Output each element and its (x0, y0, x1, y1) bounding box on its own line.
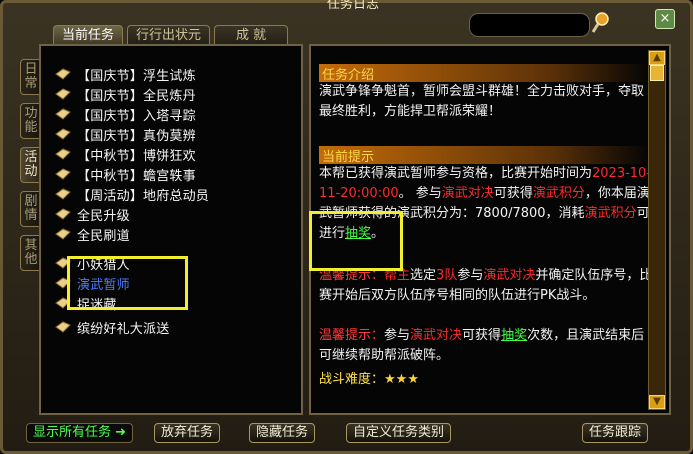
list-item[interactable]: 【中秋节】蟾宫轶事 (55, 164, 196, 184)
link-duel-3[interactable]: 演武对决 (410, 328, 462, 343)
warm-tip-1: 温馨提示：帮主选定3队参与演武对决并确定队伍序号，比赛开始后双方队伍序号相同的队… (319, 268, 653, 303)
link-points[interactable]: 演武积分 (533, 186, 585, 201)
link-points-2[interactable]: 演武积分 (585, 206, 637, 221)
quest-book-icon (55, 228, 71, 240)
link-duel-2[interactable]: 演武对决 (483, 268, 535, 283)
list-item[interactable]: 全民升级 (55, 204, 130, 224)
list-item[interactable]: 【国庆节】真伪莫辨 (55, 124, 196, 144)
scroll-thumb[interactable] (650, 65, 664, 81)
list-item[interactable]: 【中秋节】博饼狂欢 (55, 144, 196, 164)
highlight-box (309, 211, 403, 271)
dropdown-arrow-icon: ➜ (115, 425, 127, 440)
quest-list: 【国庆节】浮生试炼 【国庆节】全民炼丹 【国庆节】入塔寻踪 【国庆节】真伪莫辨 … (39, 44, 303, 415)
custom-category-button[interactable]: 自定义任务类别 (346, 423, 452, 443)
link-lottery-2[interactable]: 抽奖 (501, 328, 527, 343)
list-item[interactable]: 【国庆节】全民炼丹 (55, 84, 196, 104)
tab-current-quests[interactable]: 当前任务 (53, 25, 124, 46)
link-duel[interactable]: 演武对决 (442, 186, 494, 201)
difficulty-row: 战斗难度：★★★ (319, 372, 419, 387)
search-input[interactable] (469, 13, 590, 37)
quest-track-button[interactable]: 任务跟踪 (582, 423, 649, 443)
list-item[interactable]: 缤纷好礼大派送 (55, 317, 169, 337)
scroll-up-icon[interactable]: ▲ (649, 51, 665, 65)
quest-book-icon (55, 148, 71, 160)
hide-quest-button[interactable]: 隐藏任务 (249, 423, 316, 443)
quest-book-icon (55, 88, 71, 100)
window-title: 任务日志 (326, 0, 379, 12)
highlight-box (67, 256, 188, 310)
quest-book-icon (55, 108, 71, 120)
section-header-intro: 任务介绍 (319, 64, 649, 83)
abandon-quest-button[interactable]: 放弃任务 (154, 423, 221, 443)
star-icon: ★★★ (384, 372, 419, 387)
warm-tip-2: 温馨提示：参与演武对决可获得抽奖次数，且演武结束后可继续帮助帮派破阵。 (319, 328, 645, 363)
quest-book-icon (55, 208, 71, 220)
quest-book-icon (55, 128, 71, 140)
quest-book-icon (55, 321, 71, 333)
scrollbar[interactable]: ▲ ▼ (648, 50, 666, 410)
section-header-hint: 当前提示 (319, 146, 649, 165)
close-button[interactable]: × (655, 9, 675, 29)
tab-achievements[interactable]: 成 就 (214, 25, 289, 46)
quest-book-icon (55, 188, 71, 200)
quest-book-icon (55, 168, 71, 180)
list-item[interactable]: 【国庆节】入塔寻踪 (55, 104, 196, 124)
list-item[interactable]: 全民刷道 (55, 224, 130, 244)
show-all-quests-dropdown[interactable]: 显示所有任务 ➜ (26, 423, 134, 443)
scroll-down-icon[interactable]: ▼ (649, 395, 665, 409)
tab-careers[interactable]: 行行出状元 (127, 25, 211, 46)
intro-text: 演武争锋争魁首，暂师会盟斗群雄！全力击败对手，夺取最终胜利，方能捍卫帮派荣耀！ (319, 84, 645, 119)
quest-book-icon (55, 68, 71, 80)
list-item[interactable]: 【周活动】地府总动员 (55, 184, 209, 204)
list-item[interactable]: 【国庆节】浮生试炼 (55, 64, 196, 84)
search-icon[interactable] (591, 11, 611, 35)
